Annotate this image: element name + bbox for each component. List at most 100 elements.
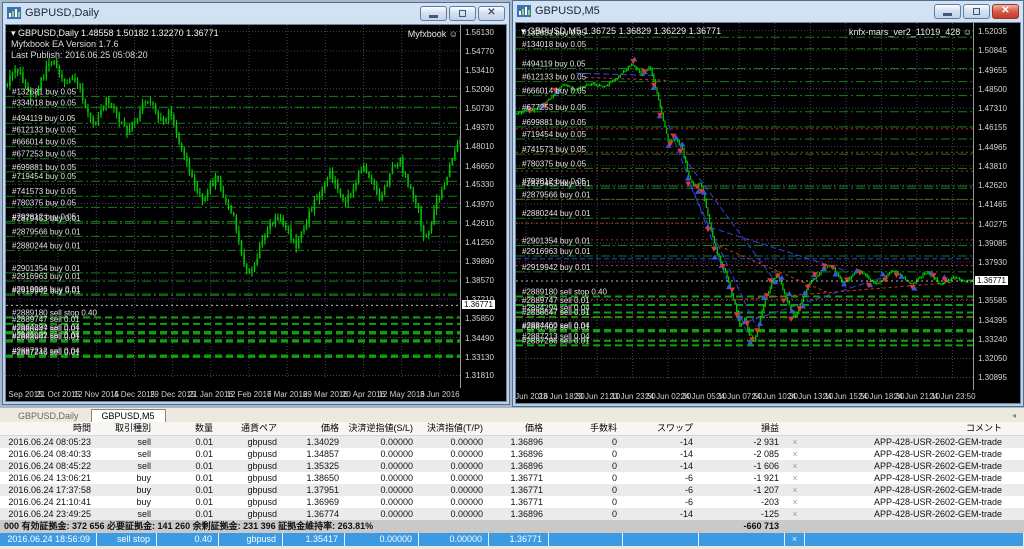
candle-body (942, 283, 943, 284)
price-tick-label: 1.42620 (978, 181, 1007, 190)
order-row[interactable]: 2016.06.24 23:49:25sell0.01gbpusd1.36774… (0, 508, 1024, 520)
candle-body (626, 69, 627, 70)
trade-label: #699881 buy 0.05 (12, 163, 77, 172)
tab-gbpusd-daily[interactable]: GBPUSD,Daily (8, 410, 89, 422)
price-tick-label: 1.37930 (978, 258, 1007, 267)
m5-window-titlebar[interactable]: GBPUSD,M5 ✕ (513, 1, 1023, 21)
table-cell: 1.36896 (489, 460, 549, 472)
candle-body (194, 177, 196, 185)
close-order-icon[interactable]: × (785, 436, 805, 448)
price-tick-label: 1.34490 (465, 334, 494, 343)
close-order-icon[interactable]: × (785, 460, 805, 472)
close-order-icon[interactable]: × (785, 472, 805, 484)
table-cell: 2016.06.24 08:40:33 (0, 448, 97, 460)
price-tick-label: 1.39890 (465, 257, 494, 266)
candle-body (212, 183, 214, 186)
table-cell: 0.00000 (345, 448, 419, 460)
candle-body (741, 324, 742, 326)
close-order-icon[interactable]: × (785, 484, 805, 496)
table-cell: gbpusd (219, 533, 283, 546)
candle-body (360, 171, 362, 172)
candle-body (803, 296, 804, 301)
tab-scroll-arrow[interactable]: ◂ (1012, 411, 1016, 420)
candle-body (144, 102, 146, 103)
price-tick-label: 1.38570 (465, 276, 494, 285)
m5-time-axis[interactable]: 23 Jun 201623 Jun 18:3023 Jun 21:1023 Ju… (516, 390, 978, 403)
table-cell: 0.00000 (419, 460, 489, 472)
window-title: GBPUSD,M5 (535, 5, 600, 17)
daily-window-titlebar[interactable]: GBPUSD,Daily ✕ (3, 3, 509, 23)
candle-body (225, 198, 227, 202)
price-tick-label: 1.54770 (465, 47, 494, 56)
table-cell: 0.01 (157, 460, 219, 472)
candle-body (275, 217, 277, 223)
order-row[interactable]: 2016.06.24 21:10:41buy0.01gbpusd1.369690… (0, 496, 1024, 508)
candle-body (596, 85, 597, 86)
order-row[interactable]: 2016.06.24 08:05:23sell0.01gbpusd1.34029… (0, 436, 1024, 448)
candle-body (6, 84, 8, 86)
table-cell: APP-428-USR-2602-GEM-trade (805, 460, 1024, 472)
time-tick-label: 12 Nov 2015 (74, 390, 119, 399)
candle-body (652, 69, 653, 75)
candle-body (599, 85, 600, 86)
price-tick-label: 1.43970 (465, 200, 494, 209)
close-order-icon[interactable]: × (785, 496, 805, 508)
candle-body (345, 200, 347, 202)
minimize-button[interactable] (420, 6, 447, 21)
column-header: スワップ (623, 422, 699, 435)
column-header: 数量 (157, 422, 219, 435)
table-cell: 1.37951 (283, 484, 345, 496)
order-row[interactable]: 2016.06.24 13:06:21buy0.01gbpusd1.386500… (0, 472, 1024, 484)
candle-body (423, 226, 425, 237)
restore-button[interactable] (449, 6, 476, 21)
restore-button[interactable] (963, 4, 990, 19)
candle-body (709, 214, 710, 223)
daily-chart-canvas[interactable]: #132681 buy 0.05#334018 buy 0.05#494119 … (6, 25, 464, 390)
candle-body (938, 282, 939, 284)
candle-body (720, 257, 721, 262)
table-cell: 0.00000 (419, 508, 489, 520)
candle-body (714, 236, 715, 242)
table-cell: APP-428-USR-2602-GEM-trade (805, 484, 1024, 496)
close-order-icon[interactable]: × (785, 448, 805, 460)
candle-body (919, 276, 920, 278)
order-row[interactable]: 2016.06.24 17:37:58buy0.01gbpusd1.379510… (0, 484, 1024, 496)
close-order-icon[interactable]: × (785, 508, 805, 520)
table-cell: -1 921 (699, 472, 785, 484)
close-order-icon[interactable]: × (785, 533, 805, 546)
table-cell (623, 533, 699, 546)
minimize-button[interactable] (934, 4, 961, 19)
tab-gbpusd-m5[interactable]: GBPUSD,M5 (91, 409, 166, 422)
candle-body (682, 147, 683, 148)
order-row[interactable]: 2016.06.24 08:40:33sell0.01gbpusd1.34857… (0, 448, 1024, 460)
price-tick-label: 1.45330 (465, 180, 494, 189)
candle-body (142, 102, 144, 110)
time-tick-label: 3 Jun 2016 (420, 390, 460, 399)
candle-body (358, 172, 360, 182)
close-button[interactable]: ✕ (478, 6, 505, 21)
table-cell: buy (97, 496, 157, 508)
close-button[interactable]: ✕ (992, 4, 1019, 19)
candle-body (838, 274, 839, 276)
candle-body (953, 277, 954, 278)
table-cell: 1.36771 (489, 496, 549, 508)
order-row[interactable]: 2016.06.24 08:45:22sell0.01gbpusd1.35325… (0, 460, 1024, 472)
table-cell: -14 (623, 460, 699, 472)
selected-order-row[interactable]: 2016.06.24 18:56:09sell stop0.40gbpusd1.… (0, 533, 1024, 546)
candle-body (954, 277, 955, 279)
candle-body (819, 274, 820, 276)
candle-body (660, 99, 661, 107)
candle-body (217, 176, 219, 180)
trade-label: #741573 buy 0.05 (12, 187, 77, 196)
candle-body (862, 273, 863, 274)
daily-time-axis[interactable]: 29 Sep 201521 Oct 201512 Nov 20154 Dec 2… (6, 388, 464, 401)
daily-price-axis[interactable]: 1.561301.547701.534101.520901.507301.493… (460, 25, 506, 401)
trade-label: #2919942 buy 0.01 (522, 263, 591, 272)
candle-body (629, 66, 630, 67)
m5-chart-canvas[interactable]: #132681 buy 0.05#134018 buy 0.05#494119 … (516, 23, 978, 392)
m5-price-axis[interactable]: 1.520351.508451.496551.485001.473101.461… (973, 23, 1020, 403)
candle-body (176, 125, 178, 133)
candle-body (589, 85, 590, 86)
candle-body (617, 78, 618, 80)
candle-body (189, 162, 191, 172)
